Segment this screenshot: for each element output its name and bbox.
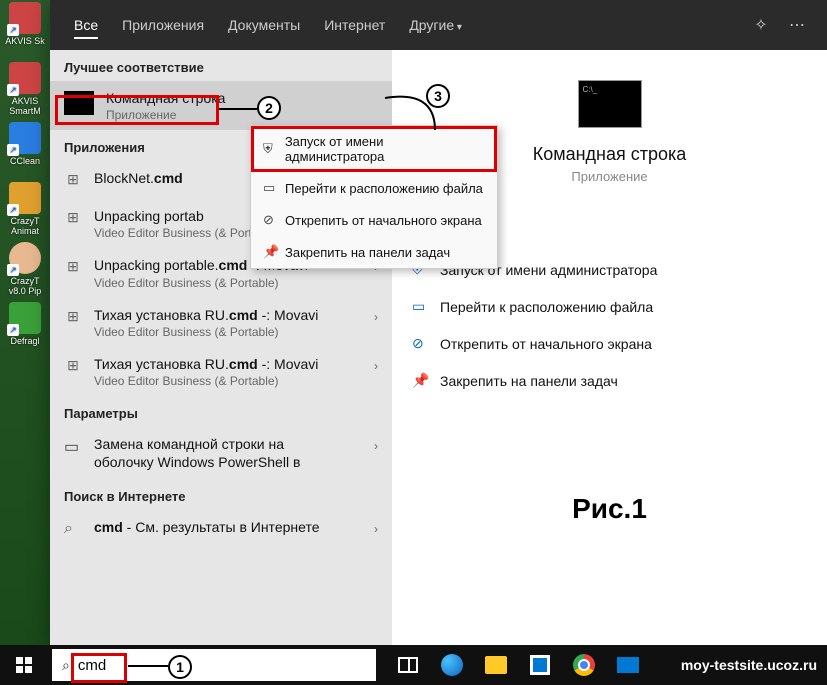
search-tabs: Все Приложения Документы Интернет Другие… (50, 0, 827, 50)
action-label: Перейти к расположению файла (440, 299, 653, 315)
file-icon: ⊞ (64, 357, 82, 375)
taskbar-search[interactable]: ⌕ (52, 649, 376, 681)
desktop-icon[interactable]: AKVIS Sk (2, 2, 48, 60)
file-icon: ⊞ (64, 258, 82, 276)
feedback-icon[interactable]: ✧ (743, 15, 779, 35)
search-icon: ⌕ (62, 657, 70, 674)
taskbar: ⌕ moy-testsite.ucoz.ru (0, 645, 827, 685)
cmd-icon (64, 91, 94, 115)
chevron-right-icon: › (370, 306, 382, 328)
action-label: Открепить от начального экрана (440, 336, 652, 352)
menu-item-label: Открепить от начального экрана (285, 213, 482, 228)
file-icon: ⊞ (64, 171, 82, 189)
menu-item-icon: ⛨ (263, 141, 285, 157)
desktop-icon[interactable]: CrazyT v8.0 Pip (2, 242, 48, 300)
tab-docs[interactable]: Документы (216, 3, 312, 47)
tab-apps[interactable]: Приложения (110, 3, 216, 47)
chevron-right-icon: › (370, 355, 382, 377)
chevron-right-icon: › (370, 518, 382, 540)
context-menu: ⛨Запуск от имени администратора▭Перейти … (250, 125, 498, 269)
menu-item-icon: 📌 (263, 244, 285, 260)
setting-result[interactable]: ▭ Замена командной строки на оболочку Wi… (50, 427, 392, 479)
section-settings: Параметры (50, 396, 392, 427)
desktop-icon[interactable]: AKVIS SmartM (2, 62, 48, 120)
action-label: Закрепить на панели задач (440, 373, 618, 389)
mail-icon[interactable] (608, 645, 648, 685)
search-input[interactable] (78, 657, 366, 674)
web-result-title: cmd - См. результаты в Интернете (94, 518, 370, 536)
desktop-icon[interactable]: CClean (2, 122, 48, 180)
menu-item-label: Перейти к расположению файла (285, 181, 483, 196)
tab-other[interactable]: Другие (397, 3, 474, 47)
setting-line2: оболочку Windows PowerShell в (94, 453, 370, 471)
action-icon: 📌 (412, 372, 440, 389)
preview-action[interactable]: 📌Закрепить на панели задач (412, 362, 807, 399)
chrome-icon[interactable] (564, 645, 604, 685)
app-result[interactable]: ⊞ Тихая установка RU.cmd -: Movavi Video… (50, 298, 392, 347)
task-view-icon[interactable] (388, 645, 428, 685)
desktop-background: AKVIS Sk AKVIS SmartM CClean CrazyT Anim… (0, 0, 50, 645)
result-subtitle: Video Editor Business (& Portable) (94, 374, 370, 388)
figure-label: Рис.1 (392, 493, 827, 525)
result-subtitle: Приложение (106, 108, 382, 122)
preview-app-icon (578, 80, 642, 128)
desktop-icon[interactable]: CrazyT Animat (2, 182, 48, 240)
tab-all[interactable]: Все (62, 3, 110, 47)
best-match-result[interactable]: Командная строка Приложение (50, 81, 392, 130)
result-title: Тихая установка RU.cmd -: Movavi (94, 355, 370, 373)
search-icon: ⌕ (64, 520, 82, 538)
section-web: Поиск в Интернете (50, 479, 392, 510)
context-menu-item[interactable]: ▭Перейти к расположению файла (251, 172, 497, 204)
result-subtitle: Video Editor Business (& Portable) (94, 325, 370, 339)
menu-item-label: Закрепить на панели задач (285, 245, 450, 260)
settings-icon: ▭ (64, 437, 82, 455)
context-menu-item[interactable]: ⛨Запуск от имени администратора (251, 126, 497, 172)
file-icon: ⊞ (64, 209, 82, 227)
search-panel: Все Приложения Документы Интернет Другие… (50, 0, 827, 645)
more-icon[interactable]: ⋯ (779, 15, 815, 35)
store-icon[interactable] (520, 645, 560, 685)
preview-action[interactable]: ▭Перейти к расположению файла (412, 288, 807, 325)
action-icon: ▭ (412, 298, 440, 315)
action-icon: ⊘ (412, 335, 440, 352)
menu-item-label: Запуск от имени администратора (285, 134, 485, 164)
start-button[interactable] (0, 645, 48, 685)
tab-web[interactable]: Интернет (312, 3, 397, 47)
context-menu-item[interactable]: 📌Закрепить на панели задач (251, 236, 497, 268)
taskbar-watermark: moy-testsite.ucoz.ru (681, 657, 827, 673)
file-icon: ⊞ (64, 308, 82, 326)
explorer-icon[interactable] (476, 645, 516, 685)
menu-item-icon: ⊘ (263, 212, 285, 228)
result-title: Командная строка (106, 89, 382, 107)
result-title: Тихая установка RU.cmd -: Movavi (94, 306, 370, 324)
menu-item-icon: ▭ (263, 180, 285, 196)
context-menu-item[interactable]: ⊘Открепить от начального экрана (251, 204, 497, 236)
preview-action[interactable]: ⊘Открепить от начального экрана (412, 325, 807, 362)
desktop-icon[interactable]: Defragl (2, 302, 48, 360)
chevron-right-icon: › (370, 435, 382, 457)
section-best-match: Лучшее соответствие (50, 50, 392, 81)
web-result[interactable]: ⌕ cmd - См. результаты в Интернете › (50, 510, 392, 548)
app-result[interactable]: ⊞ Тихая установка RU.cmd -: Movavi Video… (50, 347, 392, 396)
edge-icon[interactable] (432, 645, 472, 685)
setting-line1: Замена командной строки на (94, 435, 370, 453)
result-subtitle: Video Editor Business (& Portable) (94, 276, 370, 290)
